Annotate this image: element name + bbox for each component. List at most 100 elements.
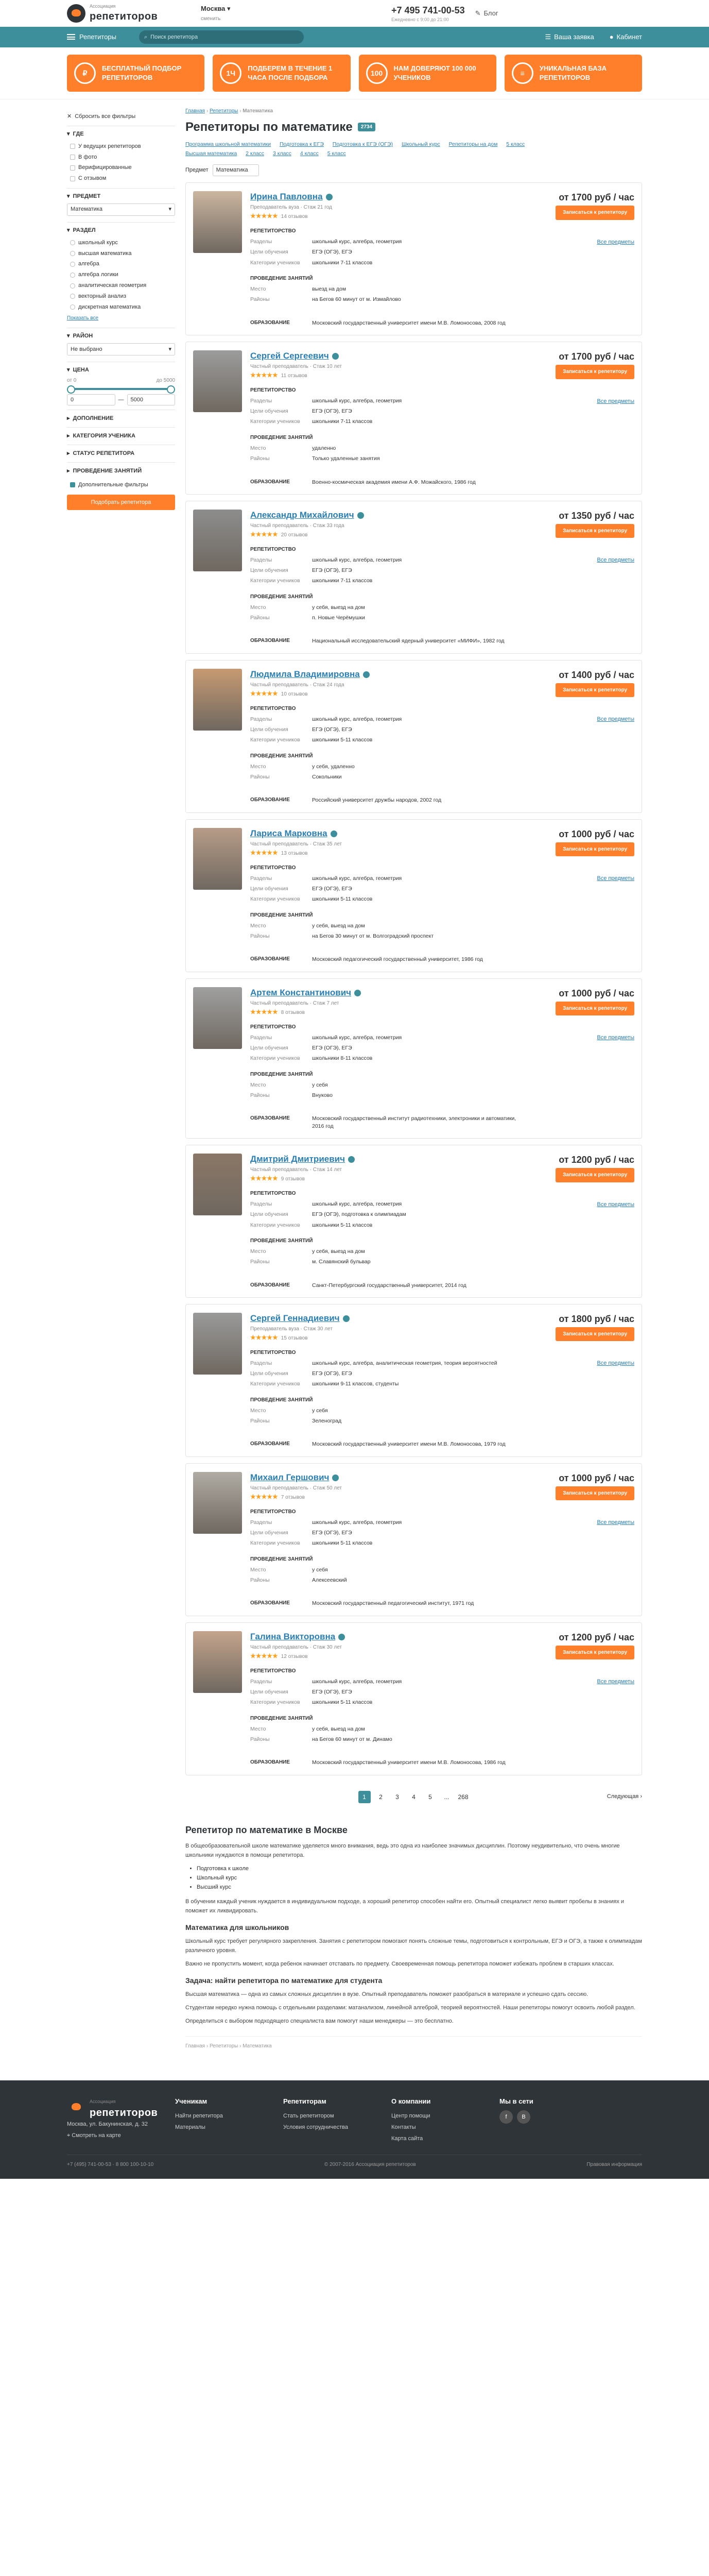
tutor-photo[interactable] (193, 350, 242, 412)
facebook-icon[interactable]: f (499, 2110, 513, 2124)
reviews-count[interactable]: 9 отзывов (281, 1176, 305, 1182)
banner-fast[interactable]: 1ч Подберем в течение 1 часа после подбор… (213, 55, 351, 92)
footer-link[interactable]: Условия сотрудничества (283, 2122, 391, 2133)
tutor-photo[interactable] (193, 1471, 242, 1534)
page-link[interactable]: 268 (457, 1791, 470, 1803)
vk-icon[interactable]: B (517, 2110, 530, 2124)
footer-link[interactable]: Контакты (391, 2122, 499, 2133)
privacy-link[interactable]: Правовая информация (586, 2161, 642, 2168)
tutor-name[interactable]: Артем Константинович (250, 987, 351, 999)
footer-link[interactable]: Центр помощи (391, 2110, 499, 2122)
sort-select[interactable]: Математика (212, 164, 259, 176)
page-link[interactable]: 1 (358, 1790, 371, 1803)
price-from-input[interactable]: 0 (67, 394, 115, 406)
reviews-count[interactable]: 20 отзывов (281, 532, 308, 538)
reviews-count[interactable]: 12 отзывов (281, 1654, 308, 1659)
next-page-link[interactable]: Следующая › (607, 1793, 642, 1801)
all-subjects-link[interactable]: Все предметы (537, 239, 634, 246)
footer-logo[interactable]: Ассоциация репетиторов (67, 2096, 175, 2119)
filter-collapsed[interactable]: ▸ Статус репетитора (67, 445, 175, 462)
contact-tutor-button[interactable]: Записаться к репетитору (556, 206, 634, 220)
tutor-name[interactable]: Лариса Марковна (250, 828, 327, 840)
banner-trust[interactable]: 100 Нам доверяют 100 000 учеников (358, 55, 496, 92)
section-radio[interactable]: школьный курс (67, 238, 175, 248)
tag-link[interactable]: 2 класс (246, 150, 264, 157)
tutor-photo[interactable] (193, 1153, 242, 1215)
all-subjects-link[interactable]: Все предметы (537, 716, 634, 723)
reviews-count[interactable]: 14 отзывов (281, 214, 308, 219)
tutor-name[interactable]: Сергей Геннадиевич (250, 1313, 340, 1325)
page-link[interactable]: 2 (375, 1791, 387, 1803)
tag-link[interactable]: 5 класс (327, 150, 346, 157)
all-subjects-link[interactable]: Все предметы (537, 1519, 634, 1527)
tag-link[interactable]: 5 класс (506, 141, 525, 147)
city-selector[interactable]: Москва ▾ сменить (201, 4, 278, 22)
subject-select[interactable]: Математика ▾ (67, 203, 175, 216)
section-radio[interactable]: высшая математика (67, 248, 175, 259)
site-logo[interactable]: Ассоциация репетиторов (67, 3, 196, 23)
contact-tutor-button[interactable]: Записаться к репетитору (556, 1645, 634, 1660)
filter-checkbox[interactable]: У ведущих репетиторов (67, 141, 175, 152)
tag-link[interactable]: Школьный курс (402, 141, 440, 147)
tutor-name[interactable]: Сергей Сергеевич (250, 350, 329, 362)
contact-tutor-button[interactable]: Записаться к репетитору (556, 683, 634, 698)
reviews-count[interactable]: 15 отзывов (281, 1335, 308, 1341)
footer-link[interactable]: Карта сайта (391, 2133, 499, 2144)
tag-link[interactable]: Высшая математика (185, 150, 237, 157)
banner-base[interactable]: ≡ Уникальная база репетиторов (504, 55, 642, 92)
section-radio[interactable]: аналитическая геометрия (67, 280, 175, 291)
breadcrumb-home[interactable]: Главная (185, 108, 205, 114)
map-link[interactable]: ⌖ Смотреть на карте (67, 2130, 175, 2141)
filter-checkbox[interactable]: Верифицированные (67, 162, 175, 173)
tutor-name[interactable]: Михаил Гершович (250, 1472, 329, 1484)
reviews-count[interactable]: 7 отзывов (281, 1495, 305, 1500)
reviews-count[interactable]: 10 отзывов (281, 691, 308, 697)
contact-tutor-button[interactable]: Записаться к репетитору (556, 1327, 634, 1342)
tag-link[interactable]: Подготовка к ЕГЭ (280, 141, 324, 147)
page-link[interactable]: 3 (391, 1791, 404, 1803)
contact-tutor-button[interactable]: Записаться к репетитору (556, 365, 634, 379)
page-link[interactable]: 4 (408, 1791, 420, 1803)
tag-link[interactable]: 4 класс (300, 150, 319, 157)
contact-tutor-button[interactable]: Записаться к репетитору (556, 1168, 634, 1182)
reviews-count[interactable]: 11 отзывов (281, 373, 307, 379)
show-all-sections-link[interactable]: Показать все (67, 315, 175, 322)
filter-collapsed[interactable]: ▸ Проведение занятий (67, 462, 175, 480)
tutor-photo[interactable] (193, 987, 242, 1049)
reviews-count[interactable]: 8 отзывов (281, 1010, 305, 1015)
footer-phone-2[interactable]: 8 800 100-10-10 (116, 2162, 153, 2167)
reviews-count[interactable]: 13 отзывов (281, 851, 308, 856)
contact-tutor-button[interactable]: Записаться к репетитору (556, 1001, 634, 1016)
cabinet-link[interactable]: ● Кабинет (610, 32, 642, 42)
search-input[interactable]: ⌕ Поиск репетитора (139, 30, 304, 44)
section-radio[interactable]: алгебра (67, 259, 175, 269)
tutor-photo[interactable] (193, 509, 242, 571)
breadcrumb-tutors[interactable]: Репетиторы (210, 108, 238, 114)
all-subjects-link[interactable]: Все предметы (537, 1360, 634, 1367)
tutor-name[interactable]: Ирина Павловна (250, 191, 323, 203)
filter-checkbox[interactable]: В фото (67, 152, 175, 163)
tutor-name[interactable]: Людмила Владимировна (250, 669, 360, 681)
footer-link[interactable]: Материалы (175, 2122, 283, 2133)
tutor-photo[interactable] (193, 668, 242, 731)
filter-checkbox[interactable]: С отзывом (67, 173, 175, 184)
section-radio[interactable]: векторный анализ (67, 291, 175, 302)
all-subjects-link[interactable]: Все предметы (537, 875, 634, 883)
tag-link[interactable]: Программа школьной математики (185, 141, 271, 147)
banner-free[interactable]: ₽ Бесплатный подбор репетиторов (67, 55, 205, 92)
contact-tutor-button[interactable]: Записаться к репетитору (556, 523, 634, 538)
tutor-photo[interactable] (193, 1631, 242, 1693)
footer-link[interactable]: Найти репетитора (175, 2110, 283, 2122)
tutors-menu-button[interactable]: Репетиторы (67, 32, 134, 42)
filter-collapsed[interactable]: ▸ Категория ученика (67, 427, 175, 445)
tutor-name[interactable]: Галина Викторовна (250, 1631, 335, 1643)
apply-filters-button[interactable]: Подобрать репетитора (67, 494, 175, 511)
tutor-photo[interactable] (193, 1312, 242, 1375)
all-subjects-link[interactable]: Все предметы (537, 1201, 634, 1209)
contact-tutor-button[interactable]: Записаться к репетитору (556, 1486, 634, 1501)
all-subjects-link[interactable]: Все предметы (537, 1034, 634, 1042)
tag-link[interactable]: Репетиторы на дом (449, 141, 498, 147)
price-to-input[interactable]: 5000 (127, 394, 175, 406)
all-subjects-link[interactable]: Все предметы (537, 1678, 634, 1686)
tag-link[interactable]: Подготовка к ЕГЭ (ОГЭ) (333, 141, 393, 147)
